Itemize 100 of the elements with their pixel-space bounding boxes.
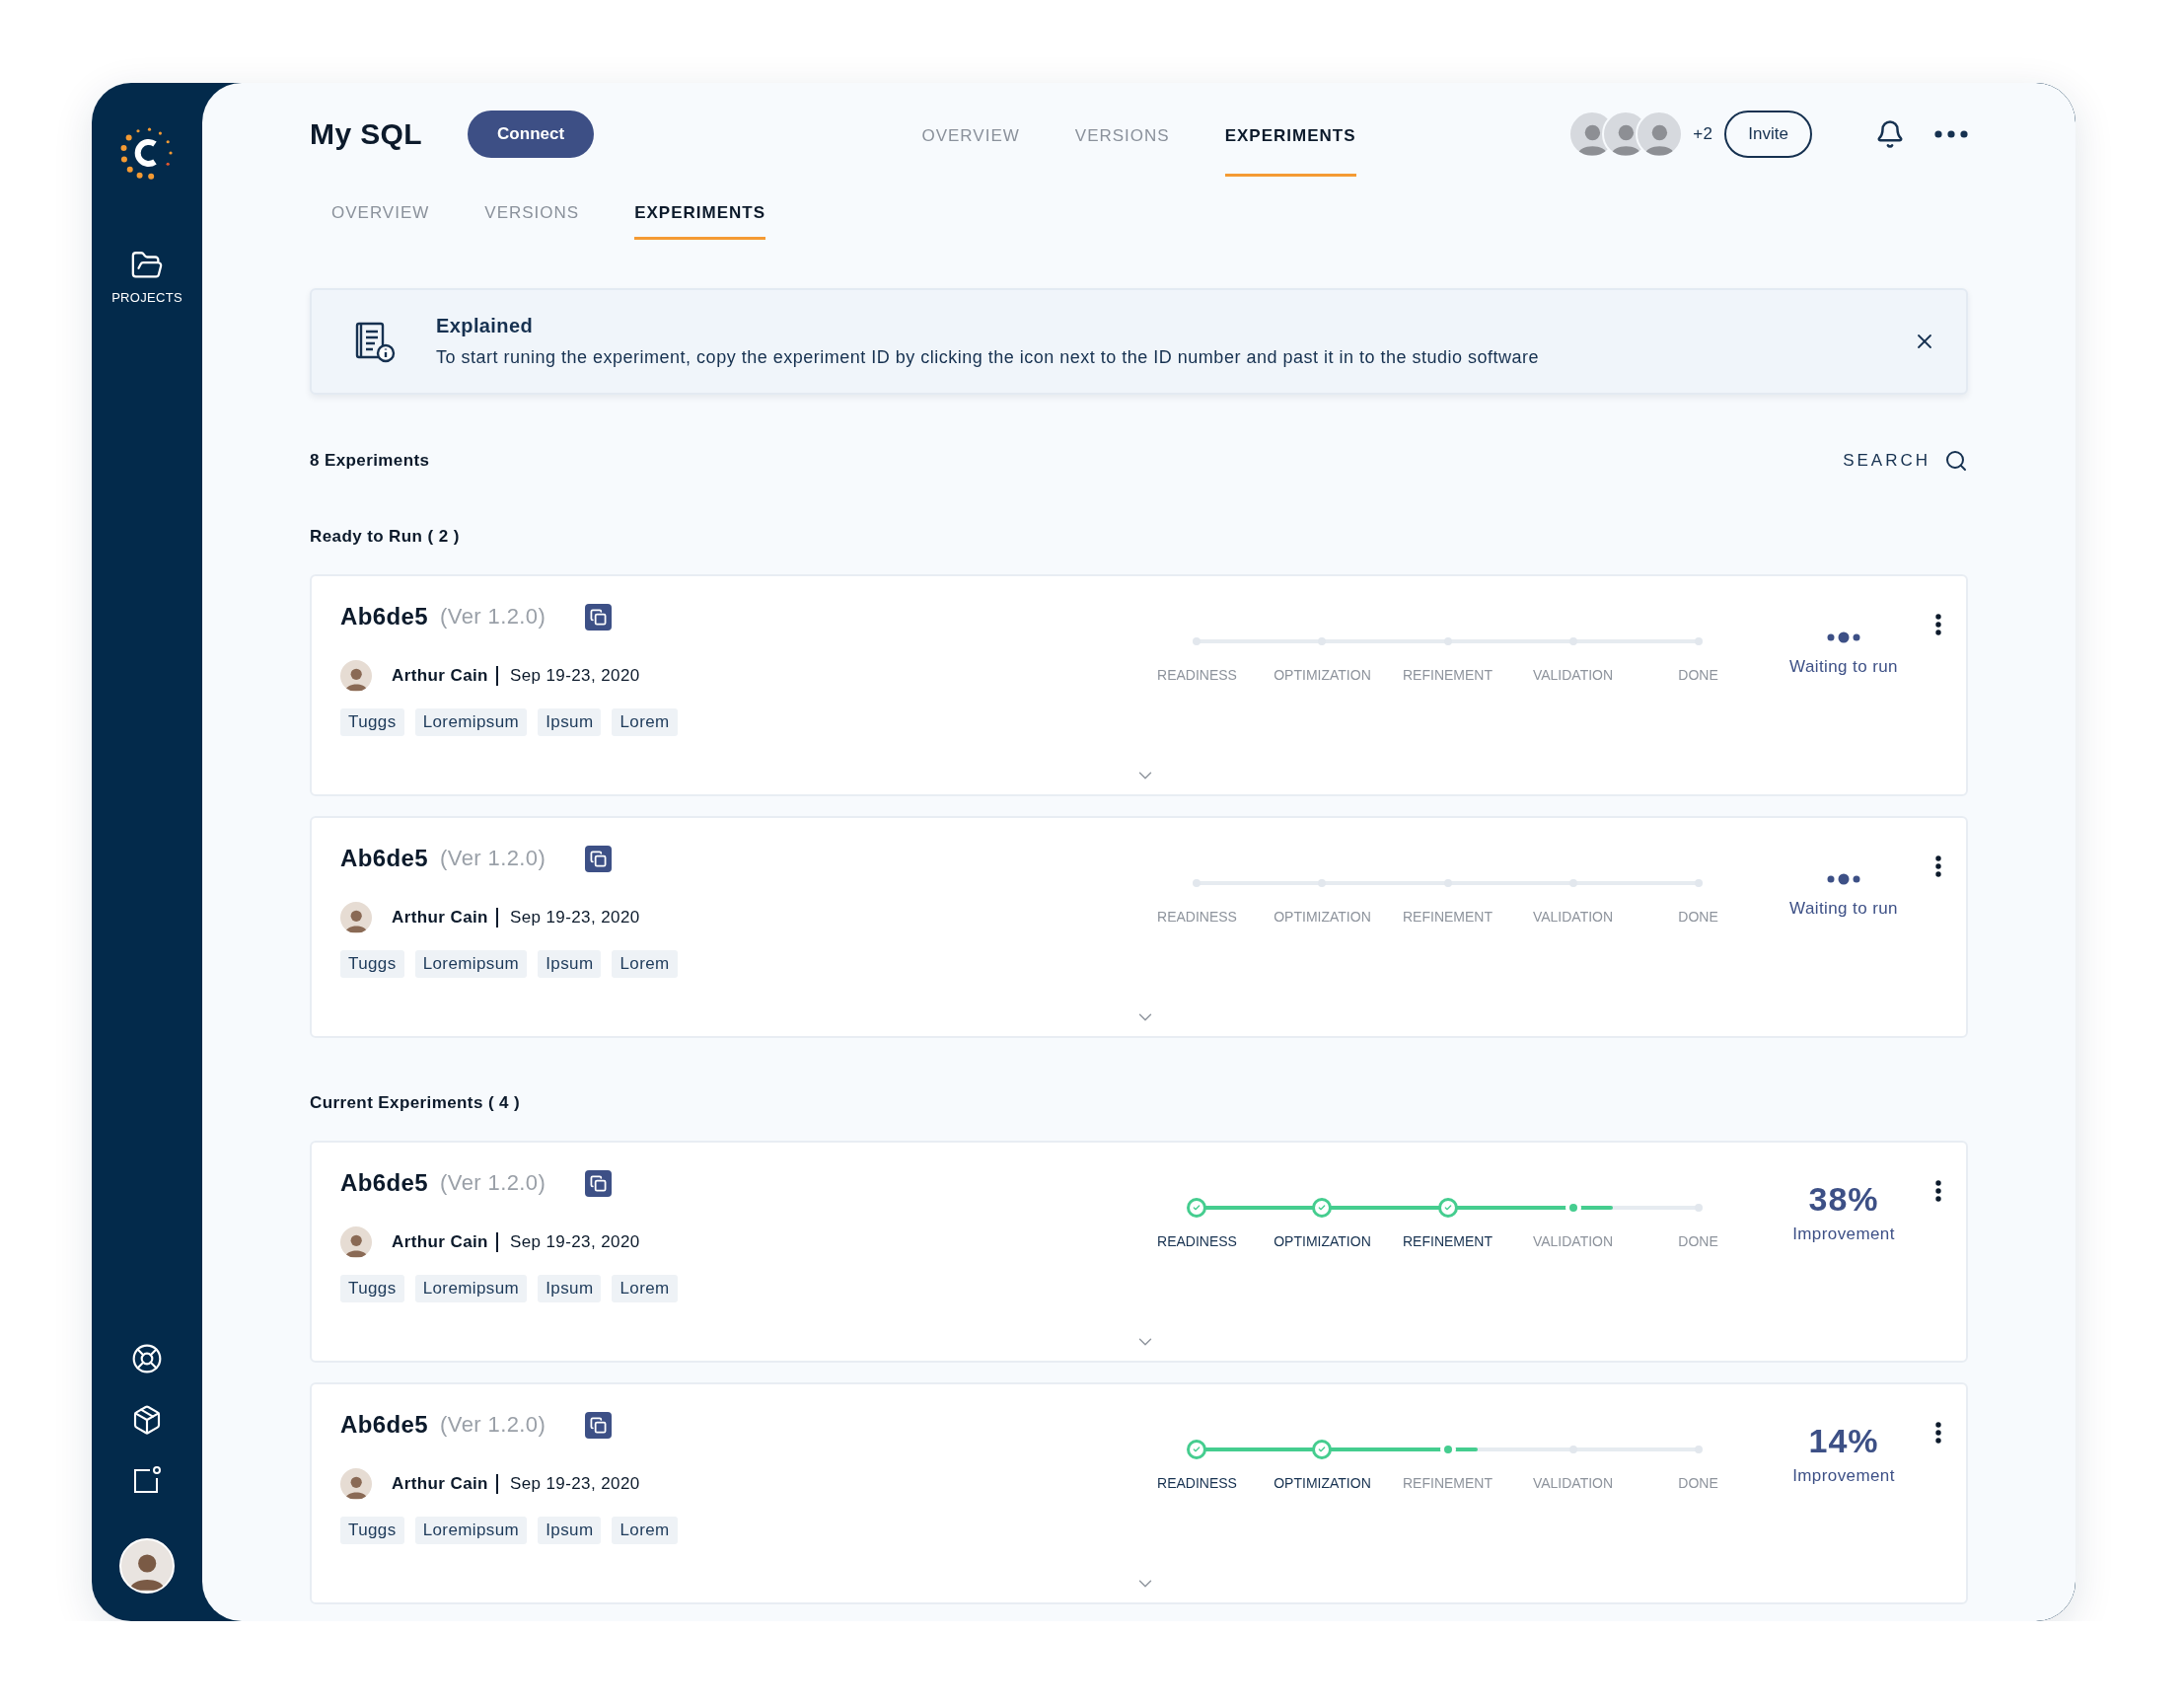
check-icon [1318, 1204, 1327, 1212]
waiting-dots-icon [1826, 873, 1861, 885]
stage-label: REFINEMENT [1403, 1233, 1492, 1249]
copy-button[interactable] [585, 1169, 613, 1197]
stage-label: READINESS [1157, 1475, 1237, 1491]
stage-label: READINESS [1157, 667, 1237, 683]
person-silhouette-icon [344, 666, 368, 692]
tag: Loremipsum [414, 1517, 528, 1544]
copy-button[interactable] [585, 603, 613, 631]
kebab-icon [1935, 1180, 1941, 1202]
stage-label: DONE [1678, 1233, 1718, 1249]
person-silhouette-icon [344, 1232, 368, 1258]
banner-text: To start runing the experiment, copy the experiment ID by clicking the icon next to the ID number and past it in to the studio software [436, 347, 1541, 368]
page-title: My SQL [310, 117, 423, 151]
group-title: Current Experiments ( 4 ) [310, 1093, 522, 1113]
status-text: Waiting to run [1789, 657, 1898, 677]
improvement-percent: 38% [1808, 1180, 1879, 1219]
more-options-button[interactable] [1935, 1422, 1941, 1444]
experiment-id: Ab6de5 [340, 1169, 429, 1197]
projects-nav-item[interactable]: PROJECTS [111, 249, 182, 305]
owner-name: Arthur Cain [392, 908, 489, 928]
stage-label: DONE [1678, 909, 1718, 925]
nav-tab[interactable]: EXPERIMENTS [1224, 92, 1356, 177]
stage-label: DONE [1678, 667, 1718, 683]
tag: Ipsum [538, 950, 602, 978]
search-button[interactable]: SEARCH [1843, 449, 1968, 473]
tag: Lorem [612, 708, 678, 736]
experiment-id: Ab6de5 [340, 845, 429, 872]
experiment-date: Sep 19-23, 2020 [495, 666, 640, 686]
improvement-percent: 14% [1808, 1422, 1879, 1460]
stage-label: DONE [1678, 1475, 1718, 1491]
tag: Loremipsum [414, 1275, 528, 1302]
more-button[interactable] [1934, 130, 1968, 138]
connect-button[interactable]: Connect [468, 111, 595, 158]
square-with-dot-icon[interactable] [132, 1465, 162, 1495]
more-options-button[interactable] [1935, 855, 1941, 877]
copy-icon [590, 1174, 608, 1192]
tag: Tuggs [340, 708, 404, 736]
copy-icon [590, 850, 608, 867]
tag: Ipsum [538, 708, 602, 736]
kebab-icon [1935, 855, 1941, 877]
more-dots-icon [1934, 130, 1968, 138]
kebab-icon [1935, 1422, 1941, 1444]
stage-label: VALIDATION [1532, 667, 1614, 683]
stage-label: READINESS [1157, 909, 1237, 925]
check-icon [1193, 1204, 1201, 1212]
check-icon [1193, 1446, 1201, 1453]
owner-name: Arthur Cain [392, 1474, 489, 1494]
group-title: Ready to Run ( 2 ) [310, 527, 461, 547]
stage-label: REFINEMENT [1403, 1475, 1492, 1491]
stage-label: VALIDATION [1532, 1233, 1614, 1249]
experiment-version: (Ver 1.2.0) [440, 1412, 546, 1438]
experiment-version: (Ver 1.2.0) [440, 846, 546, 871]
tag: Ipsum [538, 1275, 602, 1302]
more-options-button[interactable] [1935, 614, 1941, 635]
tag: Loremipsum [414, 950, 528, 978]
box-icon[interactable] [131, 1404, 163, 1436]
invite-button[interactable]: Invite [1724, 111, 1812, 158]
stage-label: OPTIMIZATION [1274, 909, 1371, 925]
person-silhouette-icon [344, 1474, 368, 1500]
stage-label: REFINEMENT [1403, 667, 1492, 683]
tag: Tuggs [340, 950, 404, 978]
experiment-version: (Ver 1.2.0) [440, 604, 546, 630]
tag: Tuggs [340, 1517, 404, 1544]
improvement-label: Improvement [1792, 1225, 1895, 1244]
experiment-date: Sep 19-23, 2020 [495, 908, 640, 928]
tag: Lorem [612, 1275, 678, 1302]
copy-button[interactable] [585, 1411, 613, 1439]
stage-label: REFINEMENT [1403, 909, 1492, 925]
user-avatar[interactable] [119, 1538, 175, 1594]
owner-name: Arthur Cain [392, 1232, 489, 1252]
tag: Tuggs [340, 1275, 404, 1302]
more-options-button[interactable] [1935, 1180, 1941, 1202]
search-icon [1944, 449, 1968, 473]
check-icon [1318, 1446, 1327, 1453]
tag: Lorem [612, 1517, 678, 1544]
section-tab[interactable]: EXPERIMENTS [634, 203, 766, 240]
collaborator-count: +2 [1693, 124, 1713, 144]
copy-button[interactable] [585, 845, 613, 872]
copy-icon [590, 608, 608, 626]
tag: Lorem [612, 950, 678, 978]
stage-label: OPTIMIZATION [1274, 667, 1371, 683]
notifications-button[interactable] [1875, 119, 1905, 149]
experiment-date: Sep 19-23, 2020 [495, 1474, 640, 1494]
stage-label: VALIDATION [1532, 1475, 1614, 1491]
experiment-date: Sep 19-23, 2020 [495, 1232, 640, 1252]
person-silhouette-icon [344, 908, 368, 933]
owner-name: Arthur Cain [392, 666, 489, 686]
kebab-icon [1935, 614, 1941, 635]
improvement-label: Improvement [1792, 1466, 1895, 1486]
banner-title: Explained [436, 315, 535, 337]
lifebuoy-icon[interactable] [131, 1343, 163, 1374]
stage-label: READINESS [1157, 1233, 1237, 1249]
check-icon [1443, 1204, 1452, 1212]
bell-icon [1875, 119, 1905, 149]
nav-label: PROJECTS [111, 290, 182, 305]
copy-icon [590, 1416, 608, 1434]
stage-label: VALIDATION [1532, 909, 1614, 925]
tag: Loremipsum [414, 708, 528, 736]
tag: Ipsum [538, 1517, 602, 1544]
